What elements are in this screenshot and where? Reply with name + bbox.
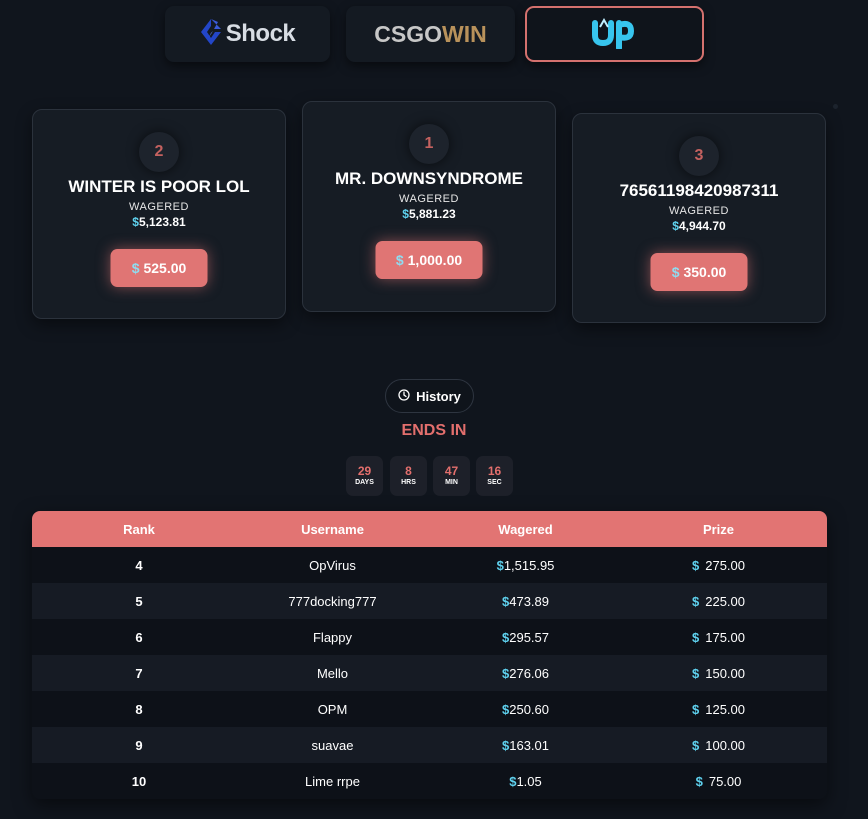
header-username: Username [301, 521, 364, 537]
wagered-cell: $163.01 [502, 737, 549, 753]
table-row: 6 Flappy $295.57 $175.00 [32, 619, 827, 655]
header-rank: Rank [123, 521, 155, 537]
username-cell: Lime rrpe [305, 773, 360, 789]
podium-username: MR. DOWNSYNDROME [335, 169, 523, 188]
table-header: Rank Username Wagered Prize [32, 511, 827, 547]
username-cell: OpVirus [309, 557, 356, 573]
prize-button[interactable]: $525.00 [110, 249, 208, 287]
countdown-hours: 8 HRS [390, 456, 427, 496]
prize-button[interactable]: $350.00 [650, 253, 748, 291]
wagered-label: WAGERED [129, 201, 189, 213]
rank-cell: 10 [131, 773, 147, 789]
shock-logo-icon [200, 18, 222, 51]
table-row: 9 suavae $163.01 $100.00 [32, 727, 827, 763]
prize-cell: $275.00 [692, 557, 745, 573]
wagered-amount: $4,944.70 [672, 219, 726, 233]
table-row: 4 OpVirus $1,515.95 $275.00 [32, 547, 827, 583]
prize-cell: $175.00 [692, 629, 745, 645]
podium-card-rank-1: 1 MR. DOWNSYNDROME WAGERED $5,881.23 $1,… [302, 101, 556, 312]
rank-cell: 5 [135, 593, 143, 609]
prize-cell: $125.00 [692, 701, 745, 717]
rank-badge: 1 [409, 124, 449, 164]
history-button[interactable]: History [385, 379, 474, 413]
rank-cell: 6 [135, 629, 143, 645]
wagered-cell: $1.05 [509, 773, 542, 789]
prize-cell: $225.00 [692, 593, 745, 609]
rank-cell: 4 [135, 557, 143, 573]
wagered-amount: $5,123.81 [132, 215, 186, 229]
ends-in-label: ENDS IN [401, 422, 467, 439]
table-row: 7 Mello $276.06 $150.00 [32, 655, 827, 691]
leaderboard-table: Rank Username Wagered Prize 4 OpVirus $1,5… [32, 511, 827, 799]
tab-shock[interactable]: Shock [165, 6, 330, 62]
header-prize: Prize [702, 521, 735, 537]
table-row: 5 777docking777 $473.89 $225.00 [32, 583, 827, 619]
wagered-label: WAGERED [399, 193, 459, 205]
podium-username: 76561198420987311 [619, 181, 779, 200]
wagered-cell: $276.06 [502, 665, 549, 681]
wagered-cell: $295.57 [502, 629, 549, 645]
rank-badge: 3 [679, 136, 719, 176]
wagered-cell: $250.60 [502, 701, 549, 717]
rank-cell: 9 [135, 737, 143, 753]
wagered-amount: $5,881.23 [402, 207, 456, 221]
prize-cell: $150.00 [692, 665, 745, 681]
prize-button[interactable]: $1,000.00 [375, 241, 483, 279]
countdown-seconds: 16 SEC [476, 456, 513, 496]
brand-name-shock: Shock [225, 20, 296, 47]
up-logo-icon [591, 15, 639, 54]
background-dot [833, 104, 838, 109]
history-label: History [416, 388, 461, 404]
tab-up[interactable] [525, 6, 704, 62]
tab-csgowin[interactable]: CSGOWIN [346, 6, 515, 62]
countdown-minutes: 47 MIN [433, 456, 470, 496]
wagered-cell: $473.89 [502, 593, 549, 609]
username-cell: suavae [311, 737, 354, 753]
table-body: 4 OpVirus $1,515.95 $275.00 5 777docking777 $4… [32, 547, 827, 799]
wagered-cell: $1,515.95 [496, 557, 555, 573]
header-wagered: Wagered [498, 521, 553, 537]
table-row: 10 Lime rrpe $1.05 $75.00 [32, 763, 827, 799]
brand-name-csgowin: CSGOWIN [374, 20, 487, 47]
prize-cell: $100.00 [692, 737, 745, 753]
rank-badge: 2 [139, 132, 179, 172]
wagered-label: WAGERED [669, 205, 729, 217]
rank-cell: 8 [135, 701, 143, 717]
table-row: 8 OPM $250.60 $125.00 [32, 691, 827, 727]
podium-card-rank-3: 3 76561198420987311 WAGERED $4,944.70 $3… [572, 113, 826, 323]
podium-username: WINTER IS POOR LOL [68, 177, 250, 196]
podium-card-rank-2: 2 WINTER IS POOR LOL WAGERED $5,123.81 $… [32, 109, 286, 319]
username-cell: Mello [316, 665, 349, 681]
clock-icon [398, 388, 410, 404]
prize-cell: $75.00 [695, 773, 742, 789]
countdown-days: 29 DAYS [346, 456, 383, 496]
rank-cell: 7 [135, 665, 143, 681]
username-cell: OPM [317, 701, 348, 717]
username-cell: 777docking777 [288, 593, 377, 609]
username-cell: Flappy [312, 629, 353, 645]
